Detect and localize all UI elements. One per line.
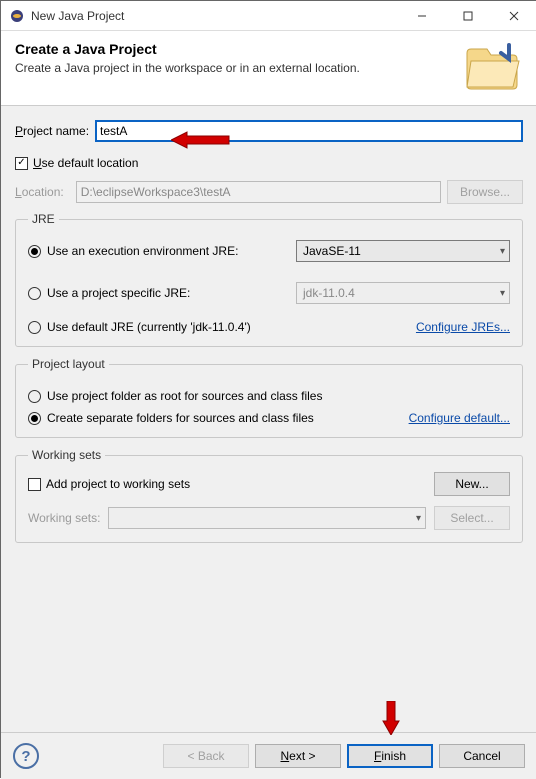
add-working-sets-label: Add project to working sets [46, 477, 190, 491]
browse-button: Browse... [447, 180, 523, 204]
use-default-location-label: Use default location [33, 156, 138, 170]
layout-root-radio[interactable]: Use project folder as root for sources a… [28, 389, 510, 403]
radio-icon [28, 412, 41, 425]
close-button[interactable] [491, 1, 536, 31]
radio-icon [28, 287, 41, 300]
working-sets-legend: Working sets [28, 448, 105, 462]
wizard-content: Project name: Use default location Locat… [1, 106, 536, 738]
banner-subtitle: Create a Java project in the workspace o… [15, 61, 465, 75]
banner-title: Create a Java Project [15, 41, 465, 57]
folder-icon [465, 41, 523, 91]
wizard-button-bar: ? < Back Next > Finish Cancel [1, 732, 536, 779]
window-buttons [399, 1, 536, 31]
layout-root-label: Use project folder as root for sources a… [47, 389, 322, 403]
working-sets-group: Working sets Add project to working sets… [15, 448, 523, 543]
project-layout-group: Project layout Use project folder as roo… [15, 357, 523, 438]
next-button[interactable]: Next > [255, 744, 341, 768]
location-label: Location: [15, 185, 64, 199]
eclipse-icon [9, 8, 25, 24]
title-bar: New Java Project [1, 1, 536, 31]
finish-button[interactable]: Finish [347, 744, 433, 768]
working-sets-combo: ▾ [108, 507, 426, 529]
radio-icon [28, 390, 41, 403]
wizard-banner: Create a Java Project Create a Java proj… [1, 31, 536, 106]
chevron-down-icon: ▾ [416, 513, 421, 524]
jre-exec-env-combo[interactable]: JavaSE-11 ▾ [296, 240, 510, 262]
working-sets-combo-label: Working sets: [28, 511, 100, 525]
add-working-sets-checkbox[interactable]: Add project to working sets [28, 477, 190, 491]
project-layout-legend: Project layout [28, 357, 109, 371]
cancel-button[interactable]: Cancel [439, 744, 525, 768]
jre-project-specific-combo: jdk-11.0.4 ▾ [296, 282, 510, 304]
location-input [76, 181, 441, 203]
jre-default-radio[interactable]: Use default JRE (currently 'jdk-11.0.4') [28, 320, 251, 334]
configure-jres-link[interactable]: Configure JREs... [416, 320, 510, 334]
jre-project-specific-value: jdk-11.0.4 [303, 286, 355, 300]
project-name-input[interactable] [95, 120, 523, 142]
jre-exec-env-value: JavaSE-11 [303, 244, 361, 258]
jre-project-specific-radio[interactable]: Use a project specific JRE: [28, 286, 288, 300]
project-name-label: Project name: [15, 124, 89, 138]
jre-project-specific-label: Use a project specific JRE: [47, 286, 190, 300]
select-working-set-button: Select... [434, 506, 510, 530]
checkbox-icon [28, 478, 41, 491]
jre-exec-env-radio[interactable]: Use an execution environment JRE: [28, 244, 288, 258]
layout-separate-label: Create separate folders for sources and … [47, 411, 314, 425]
radio-icon [28, 321, 41, 334]
layout-separate-radio[interactable]: Create separate folders for sources and … [28, 411, 314, 425]
jre-exec-env-label: Use an execution environment JRE: [47, 244, 238, 258]
new-working-set-button[interactable]: New... [434, 472, 510, 496]
chevron-down-icon: ▾ [500, 246, 505, 257]
chevron-down-icon: ▾ [500, 288, 505, 299]
help-button[interactable]: ? [13, 743, 39, 769]
minimize-button[interactable] [399, 1, 445, 31]
use-default-location-checkbox[interactable]: Use default location [15, 156, 138, 170]
window-title: New Java Project [31, 9, 399, 23]
jre-legend: JRE [28, 212, 59, 226]
jre-group: JRE Use an execution environment JRE: Ja… [15, 212, 523, 347]
jre-default-label: Use default JRE (currently 'jdk-11.0.4') [47, 320, 251, 334]
maximize-button[interactable] [445, 1, 491, 31]
back-button: < Back [163, 744, 249, 768]
checkbox-icon [15, 157, 28, 170]
configure-default-link[interactable]: Configure default... [409, 411, 510, 425]
radio-icon [28, 245, 41, 258]
